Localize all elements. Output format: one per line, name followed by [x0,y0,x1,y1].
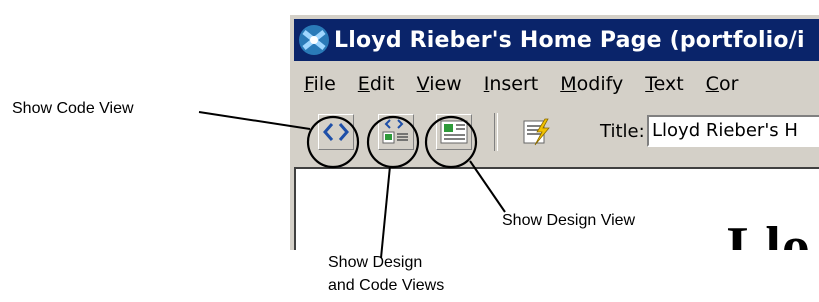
code-view-icon [323,123,349,141]
split-view-icon [382,119,408,144]
document-heading: Llo [727,216,811,250]
menu-commands[interactable]: Cor [706,73,739,95]
toolbar: Title: Lloyd Rieber's H [294,111,819,157]
validate-button[interactable] [518,114,554,150]
menu-bar: File Edit View Insert Modify Text Cor [294,67,819,101]
page-title-field[interactable]: Lloyd Rieber's H [647,115,819,147]
callout-show-design-and-code-line2: and Code Views [328,277,445,294]
toolbar-separator [494,113,498,151]
show-design-and-code-views-button[interactable] [378,114,414,150]
menu-view[interactable]: View [417,73,462,95]
callout-show-design-and-code-line1: Show Design [328,254,423,271]
app-icon [299,25,329,55]
callout-show-design-view: Show Design View [502,212,636,229]
validate-icon [523,118,550,146]
window-title: Lloyd Rieber's Home Page (portfolio/i [334,27,805,53]
title-label: Title: [600,121,645,142]
menu-insert[interactable]: Insert [484,73,539,95]
show-design-view-button[interactable] [436,114,472,150]
design-view-icon [440,120,468,144]
title-bar[interactable]: Lloyd Rieber's Home Page (portfolio/i [294,19,819,61]
menu-modify[interactable]: Modify [560,73,623,95]
menu-file[interactable]: File [304,73,336,95]
menu-edit[interactable]: Edit [358,73,395,95]
menu-text[interactable]: Text [645,73,683,95]
show-code-view-button[interactable] [318,114,354,150]
callout-show-code-view: Show Code View [12,100,134,117]
document-area[interactable]: Llo [294,167,819,250]
